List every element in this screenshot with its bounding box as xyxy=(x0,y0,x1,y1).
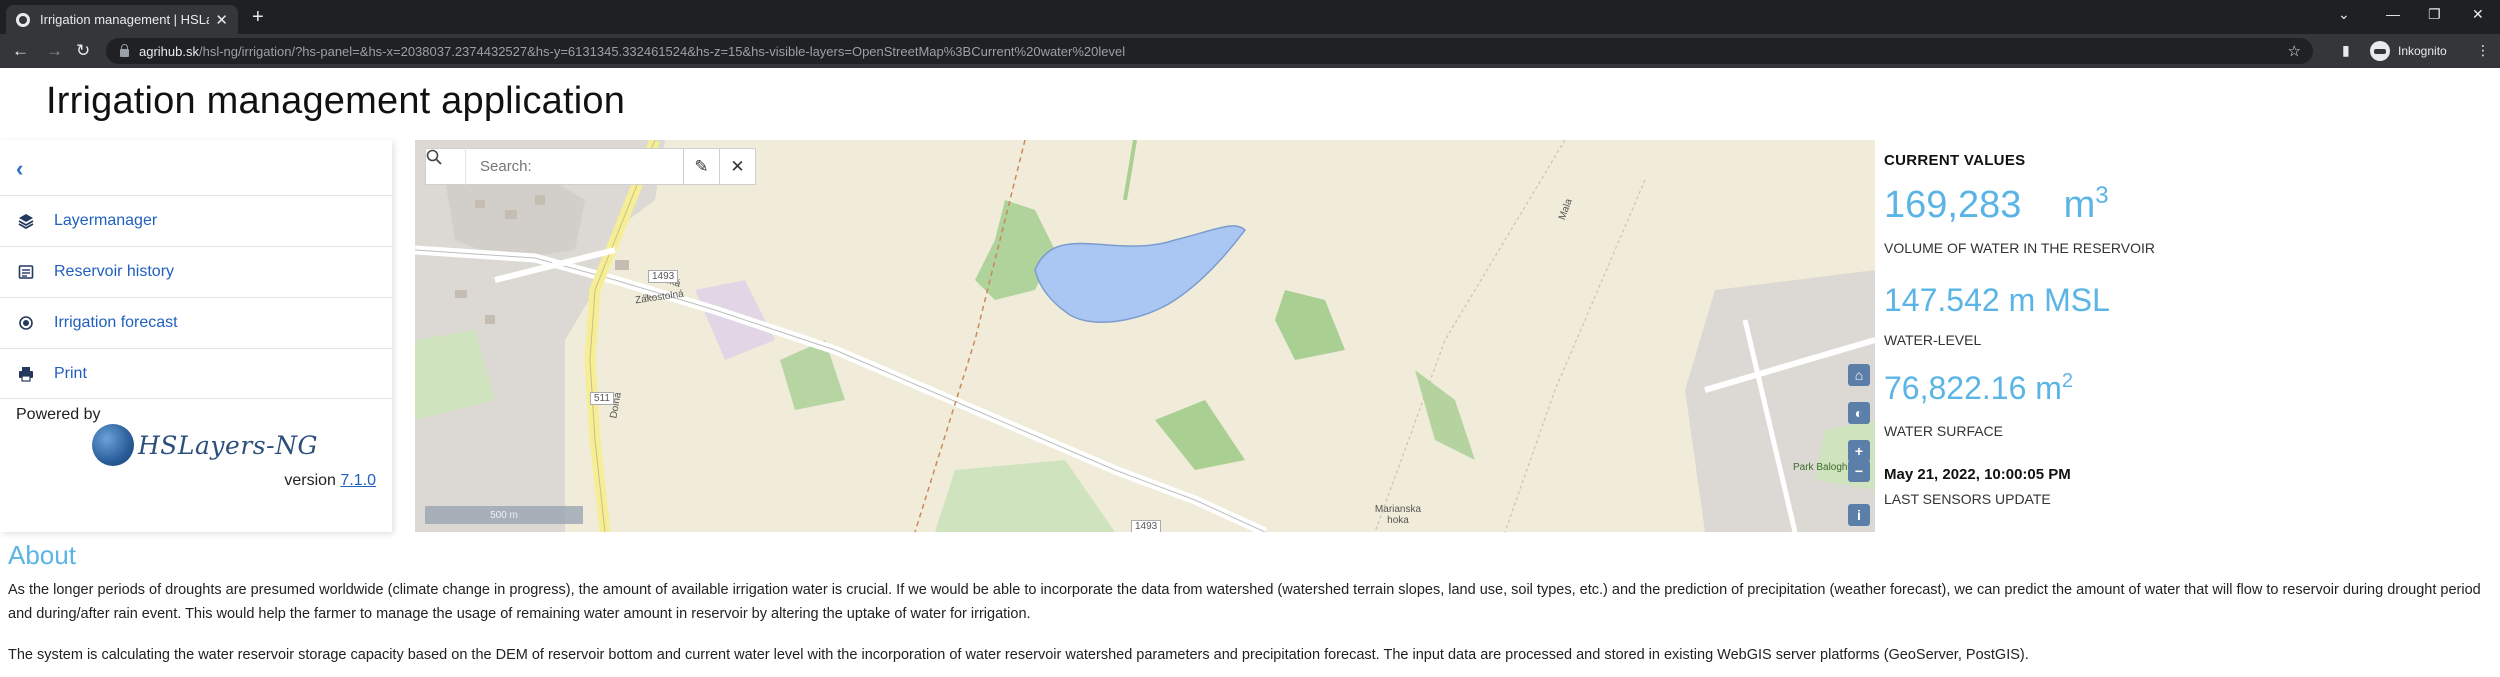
globe-logo-icon xyxy=(92,424,134,466)
version-link[interactable]: 7.1.0 xyxy=(340,472,376,489)
browser-toolbar: ← → ↻ agrihub.sk /hsl-ng/irrigation/?hs-… xyxy=(0,34,2500,68)
browser-tab[interactable]: Irrigation management | HSLayers ✕ xyxy=(6,5,238,34)
volume-label: VOLUME OF WATER IN THE RESERVOIR xyxy=(1884,240,2155,256)
home-icon: ⌂ xyxy=(1854,367,1864,383)
close-window-icon[interactable]: ✕ xyxy=(2472,6,2484,23)
close-search-button[interactable]: ✕ xyxy=(719,148,756,185)
current-values-heading: CURRENT VALUES xyxy=(1884,152,2026,169)
browser-menu-icon[interactable]: ⋮ xyxy=(2476,42,2490,59)
reset-view-button[interactable]: ⌂ xyxy=(1848,364,1870,386)
globe-favicon-icon xyxy=(16,12,30,27)
layers-icon xyxy=(18,213,34,230)
logo-text: HSLayers-NG xyxy=(138,430,318,460)
bookmark-star-icon[interactable]: ☆ xyxy=(2288,42,2301,60)
volume-number: 169,283 xyxy=(1884,184,2022,226)
rotate-north-button[interactable]: ◐ xyxy=(1848,402,1870,424)
search-input[interactable] xyxy=(466,149,666,184)
forward-icon[interactable]: → xyxy=(46,41,63,61)
volume-exponent: 3 xyxy=(2095,182,2109,209)
minimize-icon[interactable]: — xyxy=(2386,6,2400,22)
powered-by-label: Powered by xyxy=(16,406,101,423)
pencil-icon: ✎ xyxy=(694,156,709,176)
last-update-label: LAST SENSORS UPDATE xyxy=(1884,491,2051,507)
plus-icon: + xyxy=(1854,443,1864,459)
version-label: version xyxy=(284,472,336,489)
compass-icon: ◐ xyxy=(1854,405,1864,421)
collapse-sidebar-icon[interactable]: ‹ xyxy=(16,156,23,182)
maximize-icon[interactable]: ❐ xyxy=(2428,6,2441,23)
sidebar-item-label: Irrigation forecast xyxy=(54,314,178,331)
incognito-icon xyxy=(2370,41,2390,61)
version-info: version 7.1.0 xyxy=(284,472,376,490)
surface-number: 76,822.16 m xyxy=(1884,370,2062,406)
water-surface-value: 76,822.16 m2 xyxy=(1884,370,2073,407)
minus-icon: − xyxy=(1854,463,1864,479)
map-canvas xyxy=(415,140,1875,532)
last-update-timestamp: May 21, 2022, 10:00:05 PM xyxy=(1884,466,2071,483)
sidebar-item-print[interactable]: Print xyxy=(0,348,392,399)
tab-search-icon[interactable]: ⌄ xyxy=(2338,6,2350,23)
road-number-label: 511 xyxy=(590,392,614,405)
url-host: agrihub.sk xyxy=(139,43,199,59)
print-icon xyxy=(18,366,34,382)
sidebar: ‹ Layermanager Reservoir history Irrigat… xyxy=(0,140,392,532)
zoom-in-button[interactable]: + xyxy=(1848,440,1870,462)
address-bar[interactable]: agrihub.sk /hsl-ng/irrigation/?hs-panel=… xyxy=(106,38,2313,64)
road-number-label: 1493 xyxy=(1131,520,1162,532)
clear-search-pencil-button[interactable]: ✎ xyxy=(683,148,720,185)
about-heading: About xyxy=(8,540,76,570)
url-path: /hsl-ng/irrigation/?hs-panel=&hs-x=20380… xyxy=(198,43,1126,59)
browser-tabbar: Irrigation management | HSLayers ✕ + ⌄ —… xyxy=(0,0,2500,34)
side-panel-icon[interactable]: ▮ xyxy=(2342,42,2350,59)
info-button[interactable]: i xyxy=(1848,504,1870,526)
back-icon[interactable]: ← xyxy=(12,41,29,61)
sidebar-item-label: Reservoir history xyxy=(54,263,175,280)
map-scale-bar: 500 m xyxy=(425,506,583,524)
sidebar-item-reservoir-history[interactable]: Reservoir history xyxy=(0,246,392,297)
reload-icon[interactable]: ↻ xyxy=(76,41,90,61)
hslayers-logo[interactable]: HSLayers-NG xyxy=(92,424,318,466)
sidebar-item-irrigation-forecast[interactable]: Irrigation forecast xyxy=(0,297,392,348)
about-paragraph: As the longer periods of droughts are pr… xyxy=(8,582,2481,622)
volume-value: 169,283 m3 xyxy=(1884,182,2109,227)
new-tab-icon[interactable]: + xyxy=(252,7,264,27)
page-title: Irrigation management application xyxy=(46,80,626,122)
search-icon[interactable] xyxy=(426,148,466,185)
surface-exponent: 2 xyxy=(2061,370,2074,392)
volume-unit: m xyxy=(2063,184,2096,226)
history-icon xyxy=(18,264,34,280)
sidebar-item-label: Layermanager xyxy=(54,212,158,229)
zoom-out-button[interactable]: − xyxy=(1848,460,1870,482)
forecast-icon xyxy=(18,315,34,331)
info-icon: i xyxy=(1857,507,1861,523)
close-icon: ✕ xyxy=(730,156,745,176)
map-search xyxy=(425,148,687,185)
water-level-value: 147.542 m MSL xyxy=(1884,282,2110,318)
sidebar-item-layermanager[interactable]: Layermanager xyxy=(0,195,392,246)
sidebar-item-label: Print xyxy=(54,364,87,382)
incognito-label: Inkognito xyxy=(2398,44,2447,58)
about-paragraph: The system is calculating the water rese… xyxy=(8,647,2029,663)
lock-icon xyxy=(120,43,129,57)
incognito-profile[interactable]: Inkognito xyxy=(2370,41,2447,61)
water-level-label: WATER-LEVEL xyxy=(1884,332,1982,348)
close-tab-icon[interactable]: ✕ xyxy=(215,11,228,29)
map-view[interactable]: Hodská Zákostolná Dolná 1493 511 1493 Ma… xyxy=(415,140,1875,532)
road-number-label: 1493 xyxy=(648,270,679,283)
tab-title: Irrigation management | HSLayers xyxy=(40,12,209,27)
place-label: Marianska hoka xyxy=(1374,504,1422,526)
water-surface-label: WATER SURFACE xyxy=(1884,423,2004,439)
